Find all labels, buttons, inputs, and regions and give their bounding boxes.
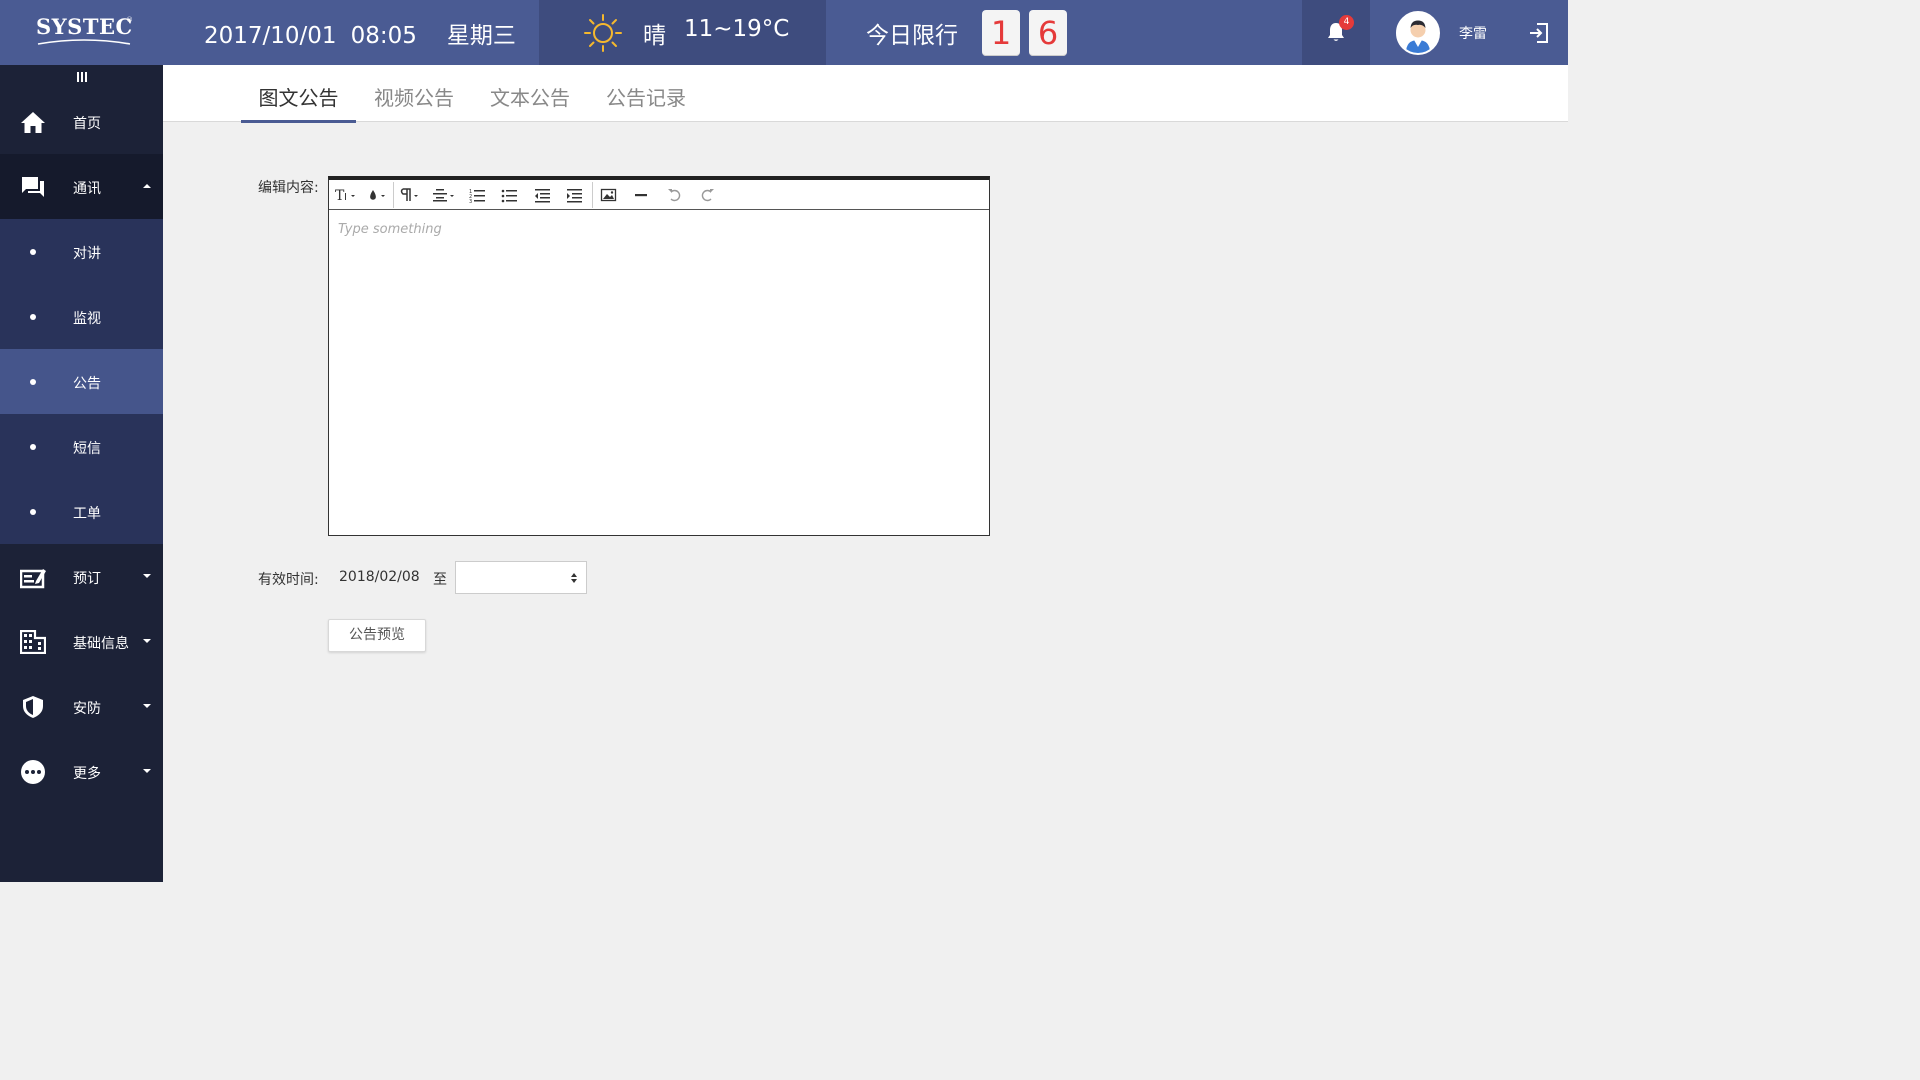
building-icon <box>20 630 46 654</box>
sidebar-item-more[interactable]: 更多 <box>0 739 163 804</box>
bullet-icon <box>30 509 36 515</box>
avatar[interactable] <box>1396 11 1440 55</box>
top-bar: SYSTEC ® 2017/10/01 08:05 星期三 晴 11~19°C 今日… <box>0 0 1568 65</box>
shield-icon <box>23 696 43 718</box>
svg-text:3: 3 <box>469 199 472 204</box>
limit-digit: 1 <box>982 10 1020 56</box>
toolbar-divider <box>592 182 593 208</box>
weather-panel: 晴 11~19°C <box>539 0 826 65</box>
chevron-up-icon <box>143 184 151 188</box>
tab-bar: 图文公告 视频公告 文本公告 公告记录 <box>163 65 1568 123</box>
sidebar-nav: 首页 通讯 对讲 监视 公告 短信 工单 预订 基础信息 安防 更多 <box>0 89 163 804</box>
rich-text-editor: TI 123 Type something <box>328 176 990 536</box>
date-text: 2017/10/01 <box>204 23 337 49</box>
temperature: 11~19°C <box>684 16 790 42</box>
chevron-down-icon <box>143 639 151 643</box>
sidebar-collapse-icon[interactable] <box>76 71 88 83</box>
valid-time-label: 有效时间: <box>258 572 319 588</box>
sidebar-subitem-work-order[interactable]: 工单 <box>0 479 163 544</box>
sidebar-subitem-monitor[interactable]: 监视 <box>0 284 163 349</box>
edit-content-label: 编辑内容: <box>258 180 319 196</box>
preview-announcement-button[interactable]: 公告预览 <box>328 619 426 652</box>
notifications-button[interactable]: 4 <box>1302 0 1370 65</box>
tab-text-announcement[interactable]: 文本公告 <box>482 65 578 122</box>
ordered-list-icon[interactable]: 123 <box>469 186 487 204</box>
sidebar-item-label: 预订 <box>73 571 101 587</box>
logout-icon[interactable] <box>1527 21 1551 45</box>
text-color-icon[interactable] <box>367 186 389 204</box>
sidebar-item-label: 通讯 <box>73 181 101 197</box>
notification-badge: 4 <box>1339 15 1354 30</box>
paragraph-icon[interactable] <box>399 186 421 204</box>
sidebar-item-communication[interactable]: 通讯 <box>0 154 163 219</box>
sidebar-subitem-label: 公告 <box>73 376 101 392</box>
redo-icon[interactable] <box>698 186 716 204</box>
spinner-arrows-icon <box>571 573 577 583</box>
undo-icon[interactable] <box>666 186 684 204</box>
chevron-down-icon <box>143 769 151 773</box>
sidebar-subitem-label: 短信 <box>73 441 101 457</box>
bullet-icon <box>30 444 36 450</box>
horizontal-rule-icon[interactable] <box>633 186 651 204</box>
editor-placeholder: Type something <box>338 222 442 237</box>
booking-icon <box>20 569 46 589</box>
valid-to-label: 至 <box>433 572 447 588</box>
valid-start-date[interactable]: 2018/02/08 <box>339 569 420 585</box>
traffic-limit-label: 今日限行 <box>866 23 958 49</box>
limit-digit: 6 <box>1029 10 1067 56</box>
time-text: 08:05 <box>350 23 417 49</box>
sun-icon <box>584 14 622 52</box>
chevron-down-icon <box>143 574 151 578</box>
username: 李雷 <box>1459 26 1487 42</box>
sidebar-item-label: 安防 <box>73 701 101 717</box>
home-icon <box>21 112 45 133</box>
outdent-icon[interactable] <box>534 186 552 204</box>
sidebar-item-label: 首页 <box>73 116 101 132</box>
sidebar-subitem-label: 对讲 <box>73 246 101 262</box>
brand-reg-mark: ® <box>126 16 133 24</box>
chevron-down-icon <box>143 704 151 708</box>
sidebar-subitem-sms[interactable]: 短信 <box>0 414 163 479</box>
sidebar-item-home[interactable]: 首页 <box>0 89 163 154</box>
sidebar-subitem-label: 工单 <box>73 506 101 522</box>
logo-swoosh <box>37 39 131 45</box>
bullet-list-icon[interactable] <box>501 186 519 204</box>
weekday-text: 星期三 <box>446 23 516 49</box>
tab-video-announcement[interactable]: 视频公告 <box>366 65 462 122</box>
svg-text:I: I <box>344 192 347 203</box>
sidebar: 首页 通讯 对讲 监视 公告 短信 工单 预订 基础信息 安防 更多 <box>0 65 163 882</box>
more-icon <box>21 760 45 784</box>
sidebar-subitem-label: 监视 <box>73 311 101 327</box>
image-icon[interactable] <box>600 186 618 204</box>
sidebar-item-label: 更多 <box>73 766 101 782</box>
sidebar-item-security[interactable]: 安防 <box>0 674 163 739</box>
bullet-icon <box>30 249 36 255</box>
chat-icon <box>22 177 44 197</box>
editor-toolbar: TI 123 <box>329 180 989 210</box>
brand-logo: SYSTEC ® <box>36 14 133 46</box>
tab-image-text-announcement[interactable]: 图文公告 <box>241 65 356 123</box>
datetime: 2017/10/01 08:05 星期三 <box>204 16 516 50</box>
align-icon[interactable] <box>431 186 457 204</box>
weather-condition: 晴 <box>643 23 666 49</box>
user-avatar-icon <box>1398 13 1438 53</box>
editor-content-area[interactable]: Type something <box>329 211 989 535</box>
sidebar-subitem-intercom[interactable]: 对讲 <box>0 219 163 284</box>
tab-announcement-records[interactable]: 公告记录 <box>598 65 694 122</box>
bullet-icon <box>30 314 36 320</box>
sidebar-item-basic-info[interactable]: 基础信息 <box>0 609 163 674</box>
valid-end-date-select[interactable] <box>455 561 587 594</box>
bullet-icon <box>30 379 36 385</box>
font-size-icon[interactable]: TI <box>335 186 357 204</box>
toolbar-divider <box>393 182 394 208</box>
sidebar-item-booking[interactable]: 预订 <box>0 544 163 609</box>
indent-icon[interactable] <box>566 186 584 204</box>
sidebar-item-label: 基础信息 <box>73 636 129 652</box>
sidebar-subitem-announcement[interactable]: 公告 <box>0 349 163 414</box>
brand-name: SYSTEC <box>36 14 133 39</box>
